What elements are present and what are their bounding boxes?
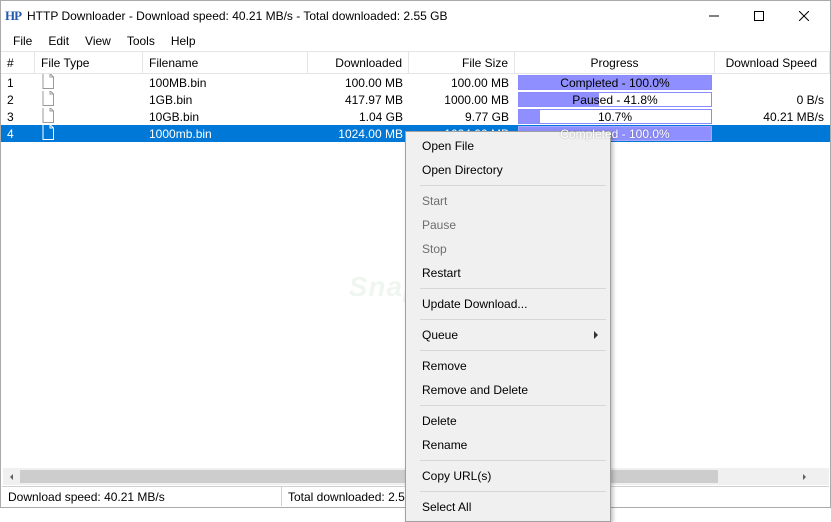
context-menu-item-update-download[interactable]: Update Download... [408, 292, 608, 316]
file-icon [41, 108, 55, 125]
status-speed: Download speed: 40.21 MB/s [2, 487, 282, 506]
progress-label: 10.7% [598, 110, 632, 124]
cell-type [35, 125, 143, 142]
menubar: FileEditViewToolsHelp [1, 31, 830, 51]
cell-downloaded: 417.97 MB [308, 91, 409, 108]
context-menu-separator [420, 319, 606, 320]
col-header-name[interactable]: Filename [143, 52, 308, 73]
cell-type [35, 108, 143, 125]
cell-type [35, 74, 143, 91]
app-icon: HP [5, 8, 21, 24]
maximize-button[interactable] [736, 1, 781, 31]
table-row[interactable]: 2 1GB.bin 417.97 MB 1000.00 MB Paused - … [1, 91, 830, 108]
scroll-left-button[interactable] [3, 468, 20, 485]
col-header-progress[interactable]: Progress [515, 52, 715, 73]
table-row[interactable]: 3 10GB.bin 1.04 GB 9.77 GB 10.7% 40.21 M… [1, 108, 830, 125]
table-header: # File Type Filename Downloaded File Siz… [1, 51, 830, 74]
context-menu-separator [420, 491, 606, 492]
cell-type [35, 91, 143, 108]
col-header-size[interactable]: File Size [409, 52, 515, 73]
context-menu-item-copy-url-s[interactable]: Copy URL(s) [408, 464, 608, 488]
context-menu-separator [420, 405, 606, 406]
scroll-thumb[interactable] [20, 470, 718, 483]
menu-help[interactable]: Help [163, 32, 204, 50]
progress-label: Completed - 100.0% [560, 76, 669, 90]
menu-edit[interactable]: Edit [40, 32, 77, 50]
context-menu-item-queue[interactable]: Queue [408, 323, 608, 347]
cell-filesize: 1000.00 MB [409, 91, 515, 108]
cell-filename: 10GB.bin [143, 108, 308, 125]
scroll-corner [812, 468, 829, 485]
progress-bar: Paused - 41.8% [518, 92, 712, 107]
cell-speed: 40.21 MB/s [715, 108, 830, 125]
context-menu-item-stop: Stop [408, 237, 608, 261]
cell-speed [715, 125, 830, 142]
table-row[interactable]: 1 100MB.bin 100.00 MB 100.00 MB Complete… [1, 74, 830, 91]
menu-view[interactable]: View [77, 32, 119, 50]
context-menu-item-remove-and-delete[interactable]: Remove and Delete [408, 378, 608, 402]
progress-bar: Completed - 100.0% [518, 75, 712, 90]
chevron-right-icon [594, 331, 598, 339]
cell-filesize: 100.00 MB [409, 74, 515, 91]
context-menu-separator [420, 185, 606, 186]
context-menu-item-pause: Pause [408, 213, 608, 237]
context-menu-item-restart[interactable]: Restart [408, 261, 608, 285]
cell-filesize: 9.77 GB [409, 108, 515, 125]
context-menu-item-open-directory[interactable]: Open Directory [408, 158, 608, 182]
context-menu-separator [420, 350, 606, 351]
menu-tools[interactable]: Tools [119, 32, 163, 50]
cell-progress: Paused - 41.8% [515, 91, 715, 108]
file-icon [41, 91, 55, 108]
cell-filename: 1GB.bin [143, 91, 308, 108]
context-menu: Open FileOpen DirectoryStartPauseStopRes… [405, 131, 611, 522]
col-header-num[interactable]: # [1, 52, 35, 73]
context-menu-item-rename[interactable]: Rename [408, 433, 608, 457]
col-header-type[interactable]: File Type [35, 52, 143, 73]
cell-filename: 100MB.bin [143, 74, 308, 91]
titlebar: HP HTTP Downloader - Download speed: 40.… [1, 1, 830, 31]
cell-num: 1 [1, 74, 35, 91]
col-header-downloaded[interactable]: Downloaded [308, 52, 409, 73]
cell-downloaded: 1.04 GB [308, 108, 409, 125]
cell-speed [715, 74, 830, 91]
progress-bar: 10.7% [518, 109, 712, 124]
scroll-right-button[interactable] [795, 468, 812, 485]
cell-num: 2 [1, 91, 35, 108]
cell-progress: Completed - 100.0% [515, 74, 715, 91]
context-menu-item-start: Start [408, 189, 608, 213]
progress-label: Completed - 100.0% [560, 127, 669, 141]
progress-label: Paused - 41.8% [572, 93, 657, 107]
cell-filename: 1000mb.bin [143, 125, 308, 142]
cell-downloaded: 100.00 MB [308, 74, 409, 91]
context-menu-item-remove[interactable]: Remove [408, 354, 608, 378]
context-menu-separator [420, 288, 606, 289]
cell-num: 3 [1, 108, 35, 125]
cell-speed: 0 B/s [715, 91, 830, 108]
context-menu-item-delete[interactable]: Delete [408, 409, 608, 433]
cell-downloaded: 1024.00 MB [308, 125, 409, 142]
cell-progress: 10.7% [515, 108, 715, 125]
window-controls [691, 1, 826, 31]
cell-num: 4 [1, 125, 35, 142]
menu-file[interactable]: File [5, 32, 40, 50]
context-menu-item-select-all[interactable]: Select All [408, 495, 608, 519]
file-icon [41, 74, 55, 91]
close-button[interactable] [781, 1, 826, 31]
col-header-speed[interactable]: Download Speed [715, 52, 830, 73]
window-title: HTTP Downloader - Download speed: 40.21 … [27, 9, 691, 23]
minimize-button[interactable] [691, 1, 736, 31]
context-menu-separator [420, 460, 606, 461]
file-icon [41, 125, 55, 142]
